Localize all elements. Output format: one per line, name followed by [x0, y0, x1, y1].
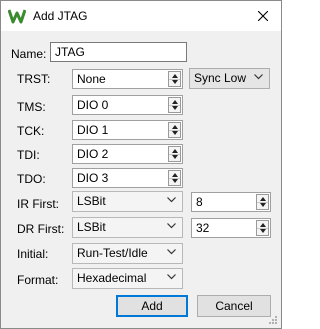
tms-value: DIO 0	[77, 98, 109, 112]
add-button[interactable]: Add	[116, 295, 188, 317]
tdo-value: DIO 3	[77, 171, 109, 185]
initial-state-value: Run-Test/Idle	[77, 246, 148, 260]
close-button[interactable]	[245, 1, 281, 31]
trst-value: None	[77, 72, 106, 86]
format-label: Format:	[17, 273, 59, 287]
cancel-button[interactable]: Cancel	[197, 295, 271, 317]
chevron-down-icon	[167, 197, 176, 203]
close-icon	[258, 11, 268, 21]
tms-spinbox[interactable]: DIO 0	[72, 95, 183, 115]
chevron-down-icon	[254, 74, 263, 80]
spin-arrows-icon[interactable]	[256, 220, 269, 236]
dr-first-value: LSBit	[77, 220, 106, 234]
spin-arrows-icon[interactable]	[168, 170, 181, 186]
trst-mode-value: Sync Low	[194, 71, 247, 85]
ir-first-select[interactable]: LSBit	[72, 191, 183, 212]
name-input[interactable]: JTAG	[50, 42, 187, 62]
initial-state-select[interactable]: Run-Test/Idle	[72, 243, 183, 264]
format-value: Hexadecimal	[77, 271, 147, 285]
ir-length-spinbox[interactable]: 8	[191, 192, 271, 212]
spin-arrows-icon[interactable]	[168, 97, 181, 113]
window-title: Add JTAG	[33, 9, 88, 23]
ir-length-value: 8	[196, 195, 203, 209]
initial-label: Initial:	[17, 247, 49, 261]
trst-mode-select[interactable]: Sync Low	[189, 68, 270, 89]
waveforms-logo-icon	[8, 9, 26, 24]
name-label: Name:	[11, 47, 47, 61]
tdi-spinbox[interactable]: DIO 2	[72, 144, 183, 164]
tck-spinbox[interactable]: DIO 1	[72, 120, 183, 140]
tdi-value: DIO 2	[77, 147, 109, 161]
dr-length-spinbox[interactable]: 32	[191, 218, 271, 238]
tck-label: TCK:	[17, 124, 45, 138]
spin-arrows-icon[interactable]	[256, 194, 269, 210]
trst-label: TRST:	[17, 72, 51, 86]
dr-length-value: 32	[196, 221, 210, 235]
dr-first-select[interactable]: LSBit	[72, 217, 183, 238]
ir-first-label: IR First:	[17, 197, 59, 211]
spin-arrows-icon[interactable]	[168, 122, 181, 138]
tdo-spinbox[interactable]: DIO 3	[72, 168, 183, 188]
tms-label: TMS:	[17, 100, 46, 114]
ir-first-value: LSBit	[77, 194, 106, 208]
chevron-down-icon	[167, 223, 176, 229]
dr-first-label: DR First:	[17, 222, 65, 236]
format-select[interactable]: Hexadecimal	[72, 268, 183, 289]
spin-arrows-icon[interactable]	[168, 146, 181, 162]
tdo-label: TDO:	[17, 172, 46, 186]
resize-grip-icon[interactable]	[268, 315, 278, 325]
tdi-label: TDI:	[17, 148, 40, 162]
trst-spinbox[interactable]: None	[72, 69, 183, 89]
title-bar: Add JTAG	[1, 1, 281, 31]
chevron-down-icon	[167, 249, 176, 255]
spin-arrows-icon[interactable]	[168, 71, 181, 87]
add-jtag-dialog: Add JTAG Name: JTAG TRST: None Sync Low …	[0, 0, 282, 329]
tck-value: DIO 1	[77, 123, 109, 137]
chevron-down-icon	[167, 274, 176, 280]
